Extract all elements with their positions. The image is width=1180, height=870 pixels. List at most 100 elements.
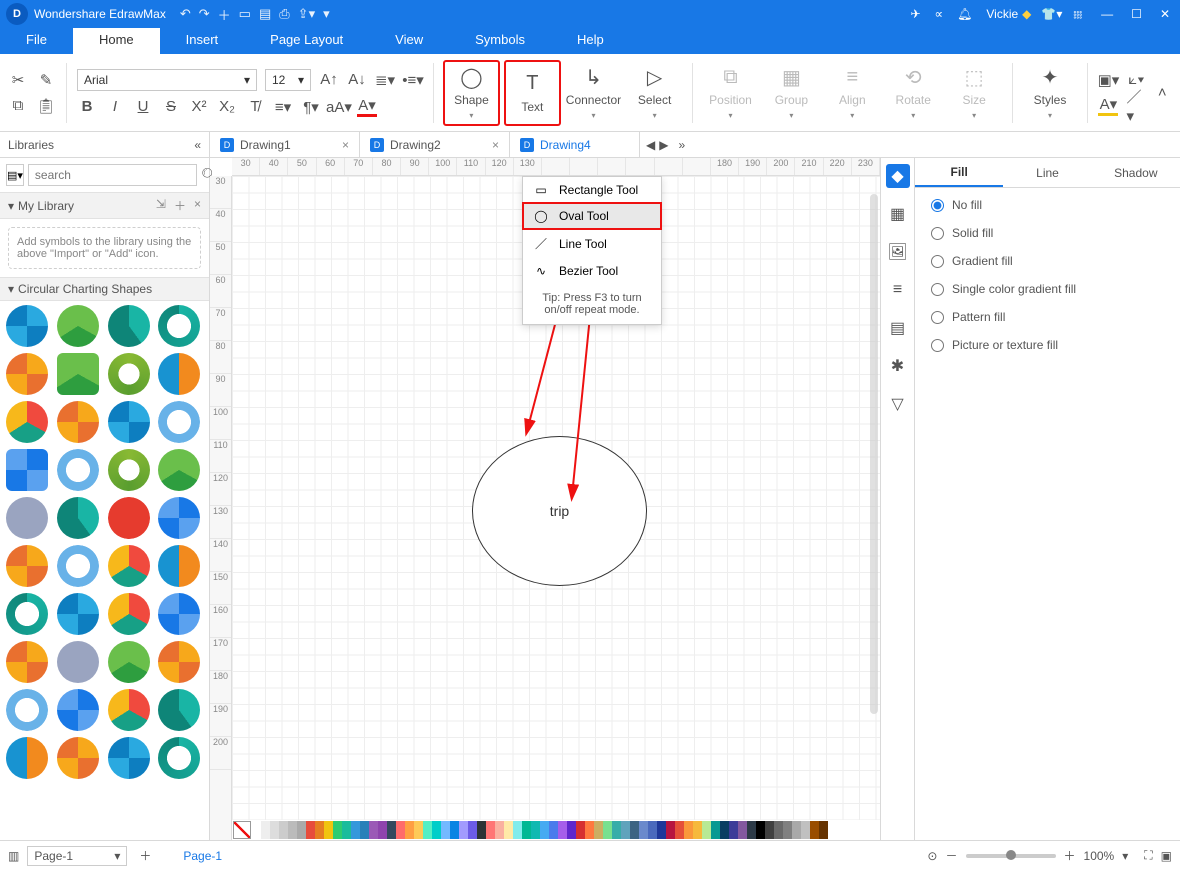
color-swatch[interactable] (432, 821, 441, 839)
strike-icon[interactable]: S (161, 97, 181, 117)
oval-tool-item[interactable]: ◯Oval Tool (523, 203, 661, 229)
rotate-button[interactable]: ⟲Rotate (886, 61, 941, 125)
color-swatch[interactable] (675, 821, 684, 839)
text-tool-button[interactable]: TText (505, 61, 560, 125)
menu-page-layout[interactable]: Page Layout (244, 28, 369, 54)
font-color-icon[interactable]: A▾ (357, 97, 377, 117)
clear-format-icon[interactable]: T̸ (245, 97, 265, 117)
font-select[interactable]: Arial▾ (77, 69, 257, 91)
color-swatch[interactable] (405, 821, 414, 839)
import-icon[interactable]: ⇲ (156, 197, 166, 214)
new-icon[interactable]: ＋ (218, 5, 231, 24)
shape-tool-button[interactable]: ◯Shape (444, 61, 499, 125)
color-swatch[interactable] (756, 821, 765, 839)
my-library-section[interactable]: ▾My Library ⇲ ＋ × (0, 192, 209, 219)
circular-shapes-section[interactable]: ▾Circular Charting Shapes (0, 277, 209, 301)
color-swatch[interactable] (747, 821, 756, 839)
color-swatch[interactable] (252, 821, 261, 839)
fit-icon[interactable]: ▣▾ (1098, 70, 1118, 90)
shape-item[interactable] (158, 593, 200, 635)
fill-tab[interactable]: Fill (915, 158, 1003, 187)
theme-icon[interactable]: 👕▾ (1041, 7, 1062, 21)
redo-icon[interactable]: ↷ (199, 6, 210, 22)
shape-item[interactable] (158, 449, 200, 491)
shape-item[interactable] (57, 449, 99, 491)
shape-item[interactable] (108, 545, 150, 587)
rectangle-tool-item[interactable]: ▭Rectangle Tool (523, 177, 661, 203)
paste-icon[interactable]: 📋︎ (36, 96, 56, 116)
color-swatch[interactable] (486, 821, 495, 839)
menu-home[interactable]: Home (73, 28, 160, 54)
fill-option[interactable]: Solid fill (931, 226, 1164, 240)
print-icon[interactable]: ⎙ (279, 6, 289, 22)
qat-more-icon[interactable]: ▾ (323, 6, 330, 22)
line-tool-item[interactable]: ／Line Tool (523, 229, 661, 258)
superscript-icon[interactable]: X² (189, 97, 209, 117)
color-swatch[interactable] (531, 821, 540, 839)
shape-item[interactable] (108, 497, 150, 539)
no-fill-swatch[interactable] (233, 821, 251, 839)
menu-help[interactable]: Help (551, 28, 630, 54)
apps-icon[interactable]: 𐄡 (1072, 6, 1083, 23)
add-icon[interactable]: ＋ (174, 197, 186, 214)
shape-item[interactable] (108, 641, 150, 683)
color-swatch[interactable] (279, 821, 288, 839)
color-swatch[interactable] (522, 821, 531, 839)
connector-tool-button[interactable]: ↳Connector (566, 61, 621, 125)
color-swatch[interactable] (684, 821, 693, 839)
color-swatch[interactable] (360, 821, 369, 839)
color-swatch[interactable] (702, 821, 711, 839)
color-swatch[interactable] (315, 821, 324, 839)
line-spacing-icon[interactable]: ≡▾ (273, 97, 293, 117)
shape-item[interactable] (57, 737, 99, 779)
fill-option[interactable]: Pattern fill (931, 310, 1164, 324)
shape-item[interactable] (6, 737, 48, 779)
shadow-tab[interactable]: Shadow (1092, 158, 1180, 187)
menu-file[interactable]: File (0, 28, 73, 54)
select-tool-button[interactable]: ▷Select (627, 61, 682, 125)
color-swatch[interactable] (594, 821, 603, 839)
color-swatch[interactable] (711, 821, 720, 839)
color-swatch[interactable] (720, 821, 729, 839)
size-button[interactable]: ⬚Size (947, 61, 1002, 125)
connect-panel-icon[interactable]: ✱ (886, 354, 910, 378)
group-button[interactable]: ▦Group (764, 61, 819, 125)
zoom-out-icon[interactable]: － (945, 847, 957, 864)
shape-item[interactable] (57, 593, 99, 635)
page-panel-icon[interactable]: ≡ (886, 278, 910, 302)
shape-item[interactable] (158, 737, 200, 779)
color-swatch[interactable] (387, 821, 396, 839)
undo-icon[interactable]: ↶ (180, 6, 191, 22)
color-swatch[interactable] (666, 821, 675, 839)
library-search-input[interactable] (28, 164, 197, 186)
text-dir-icon[interactable]: ¶▾ (301, 97, 321, 117)
color-swatch[interactable] (450, 821, 459, 839)
shape-item[interactable] (57, 641, 99, 683)
bezier-tool-item[interactable]: ∿Bezier Tool (523, 258, 661, 284)
color-swatch[interactable] (558, 821, 567, 839)
maximize-icon[interactable]: ☐ (1131, 7, 1142, 21)
fill-option[interactable]: Single color gradient fill (931, 282, 1164, 296)
shape-item[interactable] (6, 641, 48, 683)
color-swatch[interactable] (378, 821, 387, 839)
close-tab-icon[interactable]: × (342, 138, 349, 152)
case-icon[interactable]: aA▾ (329, 97, 349, 117)
bullets-icon[interactable]: •≡▾ (403, 70, 423, 90)
color-swatch[interactable] (369, 821, 378, 839)
color-swatch[interactable] (396, 821, 405, 839)
color-swatch[interactable] (306, 821, 315, 839)
grow-font-icon[interactable]: A↑ (319, 70, 339, 90)
zoom-slider[interactable] (966, 854, 1056, 858)
color-swatch[interactable] (612, 821, 621, 839)
tab-more-icon[interactable]: » (678, 138, 685, 152)
shape-item[interactable] (158, 545, 200, 587)
shape-item[interactable] (108, 593, 150, 635)
ribbon-collapse-icon[interactable]: ˄ (1152, 83, 1172, 103)
shape-item[interactable] (6, 449, 48, 491)
fill-option[interactable]: Gradient fill (931, 254, 1164, 268)
shape-item[interactable] (108, 305, 150, 347)
export-icon[interactable]: ⇪▾ (298, 6, 315, 22)
styles-button[interactable]: ✦Styles (1023, 61, 1078, 125)
color-swatch[interactable] (729, 821, 738, 839)
minimize-icon[interactable]: — (1101, 7, 1113, 21)
